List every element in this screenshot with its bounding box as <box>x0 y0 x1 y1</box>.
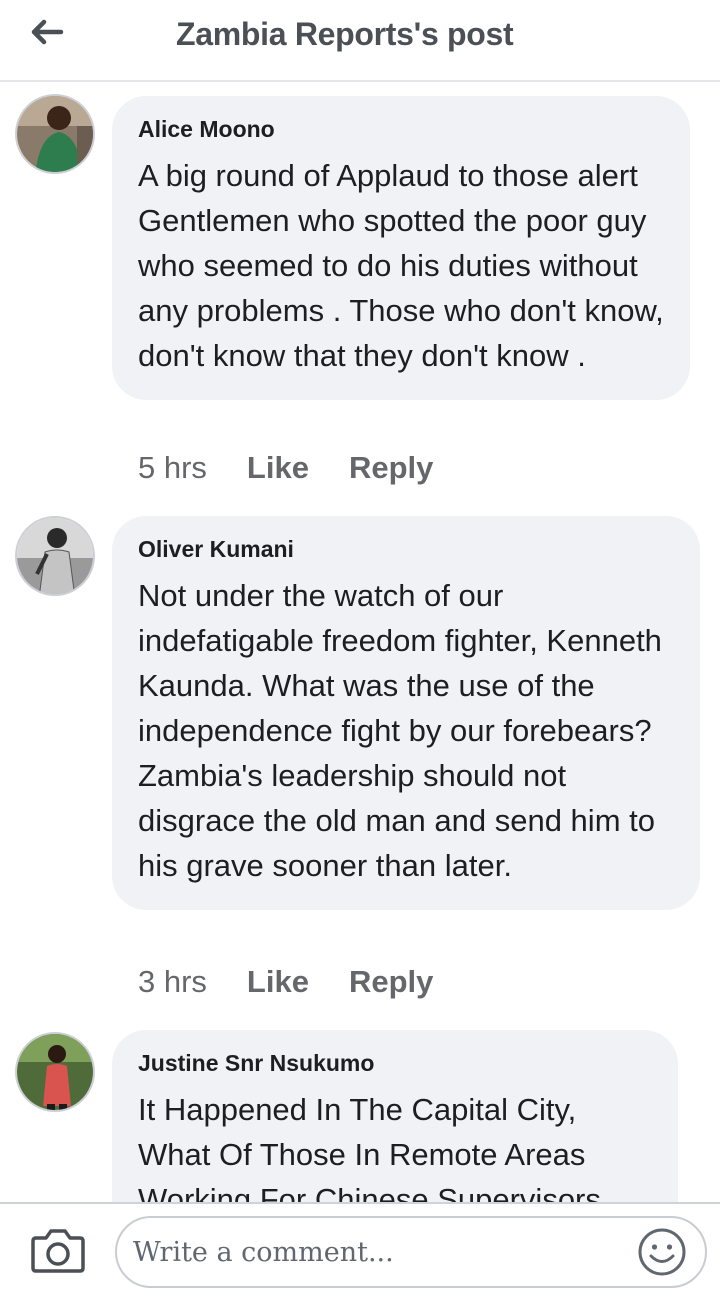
camera-icon <box>31 1229 85 1273</box>
comment-input[interactable] <box>115 1216 707 1288</box>
avatar[interactable] <box>15 1032 95 1112</box>
comment-bubble: Justine Snr Nsukumo It Happened In The C… <box>112 1030 678 1202</box>
comment-author[interactable]: Justine Snr Nsukumo <box>138 1050 652 1077</box>
emoji-button[interactable] <box>636 1226 688 1278</box>
comment-item: Justine Snr Nsukumo It Happened In The C… <box>0 0 720 1202</box>
camera-button[interactable] <box>30 1226 86 1276</box>
comment-text: It Happened In The Capital City, What Of… <box>138 1092 601 1202</box>
comment-composer <box>0 1202 720 1300</box>
smiley-icon <box>638 1228 686 1276</box>
